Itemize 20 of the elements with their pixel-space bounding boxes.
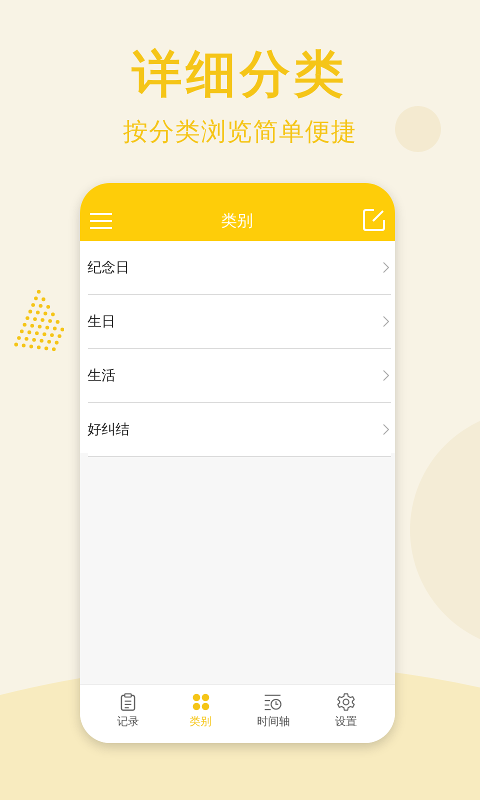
- tab-label: 时间轴: [256, 714, 290, 729]
- chevron-icon: [382, 316, 388, 327]
- edit-icon[interactable]: [362, 209, 384, 231]
- menu-icon[interactable]: [90, 213, 112, 229]
- clipboard-icon: [118, 693, 137, 711]
- subheadline: 按分类浏览简单便捷: [123, 116, 357, 148]
- chevron-icon: [382, 262, 388, 273]
- nav-tab[interactable]: 时间轴: [243, 685, 304, 737]
- nav-tab[interactable]: 设置: [316, 685, 376, 737]
- tab-label: 设置: [335, 714, 358, 729]
- nav-tab[interactable]: 记录: [98, 685, 158, 737]
- timeline-clock-icon: [264, 693, 282, 711]
- tab-label: 类别: [190, 714, 212, 729]
- chevron-icon: [382, 424, 388, 435]
- settings-icon: [337, 693, 356, 711]
- headline: 详细分类: [132, 44, 348, 104]
- clover-icon: [192, 693, 210, 711]
- tab-label: 记录: [116, 714, 139, 729]
- screen-title: 类别: [221, 211, 253, 231]
- chevron-icon: [382, 370, 388, 381]
